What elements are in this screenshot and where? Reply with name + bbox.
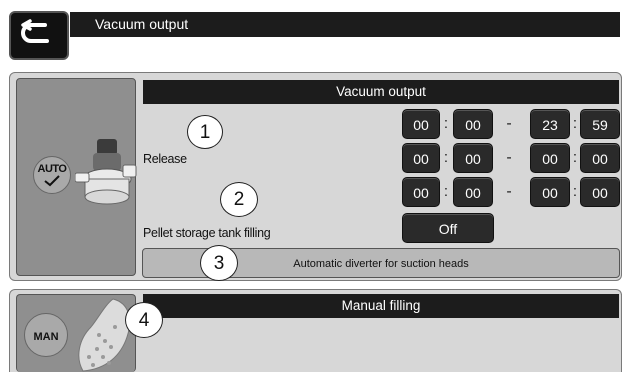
pellet-filling-label: Pellet storage tank filling bbox=[143, 226, 271, 240]
end-minute-field[interactable]: 59 bbox=[580, 109, 620, 139]
time-separator: : bbox=[572, 115, 578, 132]
start-minute-field[interactable]: 00 bbox=[453, 109, 493, 139]
back-button[interactable] bbox=[9, 11, 69, 60]
callout-1: 1 bbox=[187, 115, 223, 149]
section-title-bar: Vacuum output bbox=[143, 80, 619, 104]
page-title: Vacuum output bbox=[95, 16, 189, 32]
callout-2: 2 bbox=[220, 182, 258, 217]
header-bar: Vacuum output bbox=[70, 12, 620, 37]
manual-title-bar: Manual filling bbox=[143, 294, 619, 318]
auto-label: AUTO bbox=[37, 163, 67, 175]
end-minute-field[interactable]: 00 bbox=[580, 143, 620, 173]
pellet-filling-toggle[interactable]: Off bbox=[402, 213, 494, 243]
range-dash: - bbox=[506, 149, 512, 166]
end-hour-field[interactable]: 23 bbox=[530, 109, 570, 139]
manual-label: MAN bbox=[33, 331, 59, 343]
back-arrow-icon bbox=[21, 19, 49, 43]
callout-3: 3 bbox=[200, 245, 238, 281]
range-dash: - bbox=[506, 183, 512, 200]
end-hour-field[interactable]: 00 bbox=[530, 177, 570, 207]
time-window-row: 00 : 00 - 23 : 59 bbox=[402, 109, 622, 142]
start-hour-field[interactable]: 00 bbox=[402, 109, 440, 139]
callout-4: 4 bbox=[125, 302, 163, 338]
range-dash: - bbox=[506, 115, 512, 132]
pellet-pile-icon bbox=[78, 298, 131, 372]
end-hour-field[interactable]: 00 bbox=[530, 143, 570, 173]
time-window-row: 00 : 00 - 00 : 00 bbox=[402, 177, 622, 210]
section-title: Vacuum output bbox=[336, 84, 426, 99]
auto-badge[interactable]: AUTO bbox=[33, 156, 71, 194]
start-minute-field[interactable]: 00 bbox=[453, 177, 493, 207]
release-label: Release bbox=[143, 152, 187, 166]
time-separator: : bbox=[572, 149, 578, 166]
start-hour-field[interactable]: 00 bbox=[402, 177, 440, 207]
time-separator: : bbox=[443, 183, 449, 200]
auto-mode-panel[interactable]: AUTO bbox=[16, 78, 137, 276]
time-separator: : bbox=[443, 149, 449, 166]
manual-title: Manual filling bbox=[341, 298, 421, 313]
manual-mode-panel[interactable]: MAN bbox=[16, 294, 136, 372]
time-window-row: 00 : 00 - 00 : 00 bbox=[402, 143, 622, 176]
manual-badge[interactable]: MAN bbox=[24, 313, 68, 357]
time-separator: : bbox=[572, 183, 578, 200]
diverter-label: Automatic diverter for suction heads bbox=[293, 258, 469, 270]
start-minute-field[interactable]: 00 bbox=[453, 143, 493, 173]
end-minute-field[interactable]: 00 bbox=[580, 177, 620, 207]
start-hour-field[interactable]: 00 bbox=[402, 143, 440, 173]
checkmark-icon bbox=[44, 175, 60, 187]
time-separator: : bbox=[443, 115, 449, 132]
vacuum-turbine-icon bbox=[75, 139, 137, 205]
